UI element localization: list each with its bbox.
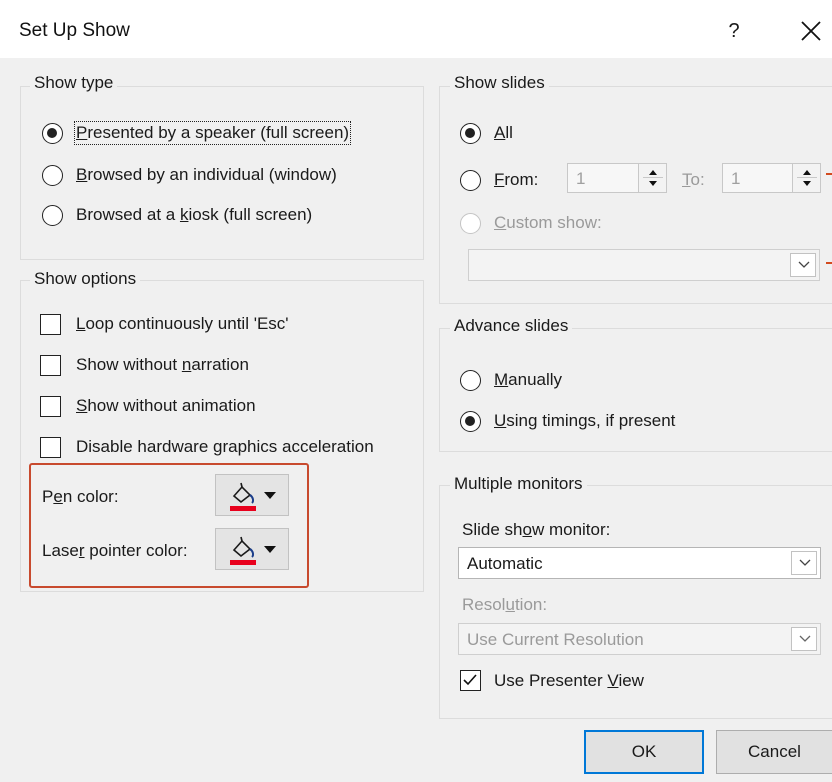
label-all-slides[interactable]: All	[494, 123, 513, 143]
label-advance-manually[interactable]: Manually	[494, 370, 562, 390]
label-pen-color: Pen color:	[42, 487, 119, 506]
spin-up-icon	[649, 170, 657, 175]
custom-show-dropdown-button[interactable]	[790, 253, 816, 277]
radio-from-slides[interactable]	[460, 170, 481, 191]
annotation-marker	[826, 262, 832, 264]
radio-all-slides[interactable]	[460, 123, 481, 144]
checkbox-show-without-animation[interactable]	[40, 396, 61, 417]
radio-browsed-at-kiosk[interactable]	[42, 205, 63, 226]
radio-browsed-by-individual[interactable]	[42, 165, 63, 186]
slide-show-monitor-dropdown-button[interactable]	[791, 551, 817, 575]
checkbox-loop-continuously[interactable]	[40, 314, 61, 335]
advance-slides-group	[439, 328, 832, 452]
label-browsed-by-individual[interactable]: Browsed by an individual (window)	[76, 165, 337, 185]
show-slides-title: Show slides	[450, 73, 549, 93]
show-type-title: Show type	[30, 73, 118, 93]
pen-color-button[interactable]	[215, 474, 289, 516]
label-use-presenter-view[interactable]: Use Presenter View	[494, 671, 644, 691]
label-to: To:	[682, 170, 705, 189]
show-options-title: Show options	[30, 269, 141, 289]
checkbox-show-without-narration[interactable]	[40, 355, 61, 376]
checkbox-disable-hardware-acceleration[interactable]	[40, 437, 61, 458]
label-slide-show-monitor: Slide show monitor:	[462, 520, 611, 539]
resolution-dropdown[interactable]: Use Current Resolution	[458, 623, 821, 655]
chevron-down-icon	[798, 261, 810, 268]
from-slide-value: 1	[576, 169, 586, 188]
dropdown-arrow-icon	[264, 546, 276, 553]
radio-custom-show[interactable]	[460, 213, 481, 234]
label-loop-continuously[interactable]: Loop continuously until 'Esc'	[76, 314, 289, 334]
radio-presented-by-speaker[interactable]	[42, 123, 63, 144]
label-show-without-narration[interactable]: Show without narration	[76, 355, 249, 375]
laser-pointer-color-button[interactable]	[215, 528, 289, 570]
annotation-marker	[826, 173, 832, 175]
dialog-title: Set Up Show	[19, 20, 130, 41]
resolution-value: Use Current Resolution	[467, 630, 644, 649]
to-slide-value: 1	[731, 169, 741, 188]
ok-button[interactable]: OK	[584, 730, 704, 774]
chevron-down-icon	[799, 635, 811, 642]
radio-advance-manually[interactable]	[460, 370, 481, 391]
close-icon	[801, 21, 821, 41]
slide-show-monitor-dropdown[interactable]: Automatic	[458, 547, 821, 579]
label-from[interactable]: From:	[494, 170, 538, 190]
from-slide-spinner[interactable]: 1	[567, 163, 667, 193]
radio-using-timings[interactable]	[460, 411, 481, 432]
to-spinner-arrows[interactable]	[792, 164, 820, 192]
label-browsed-at-kiosk[interactable]: Browsed at a kiosk (full screen)	[76, 205, 312, 225]
label-resolution: Resolution:	[462, 595, 548, 614]
slide-show-monitor-value: Automatic	[467, 554, 543, 573]
label-presented-by-speaker[interactable]: Presented by a speaker (full screen)	[73, 121, 352, 145]
label-using-timings[interactable]: Using timings, if present	[494, 411, 675, 431]
close-button[interactable]	[796, 14, 826, 46]
checkmark-icon	[463, 674, 477, 686]
from-spinner-arrows[interactable]	[638, 164, 666, 192]
spin-down-icon	[649, 181, 657, 186]
checkbox-use-presenter-view[interactable]	[460, 670, 481, 691]
advance-slides-title: Advance slides	[450, 316, 573, 336]
label-show-without-animation[interactable]: Show without animation	[76, 396, 256, 416]
multiple-monitors-title: Multiple monitors	[450, 474, 587, 494]
paint-bucket-icon	[230, 536, 256, 565]
spin-down-icon	[803, 181, 811, 186]
custom-show-dropdown[interactable]	[468, 249, 820, 281]
resolution-dropdown-button[interactable]	[791, 627, 817, 651]
label-disable-hardware-acceleration[interactable]: Disable hardware graphics acceleration	[76, 437, 374, 457]
label-laser-pointer-color: Laser pointer color:	[42, 541, 188, 560]
help-button[interactable]: ?	[722, 16, 746, 46]
spin-up-icon	[803, 170, 811, 175]
cancel-button[interactable]: Cancel	[716, 730, 832, 774]
label-custom-show: Custom show:	[494, 213, 602, 232]
to-slide-spinner[interactable]: 1	[722, 163, 821, 193]
paint-bucket-icon	[230, 482, 256, 511]
dropdown-arrow-icon	[264, 492, 276, 499]
chevron-down-icon	[799, 559, 811, 566]
